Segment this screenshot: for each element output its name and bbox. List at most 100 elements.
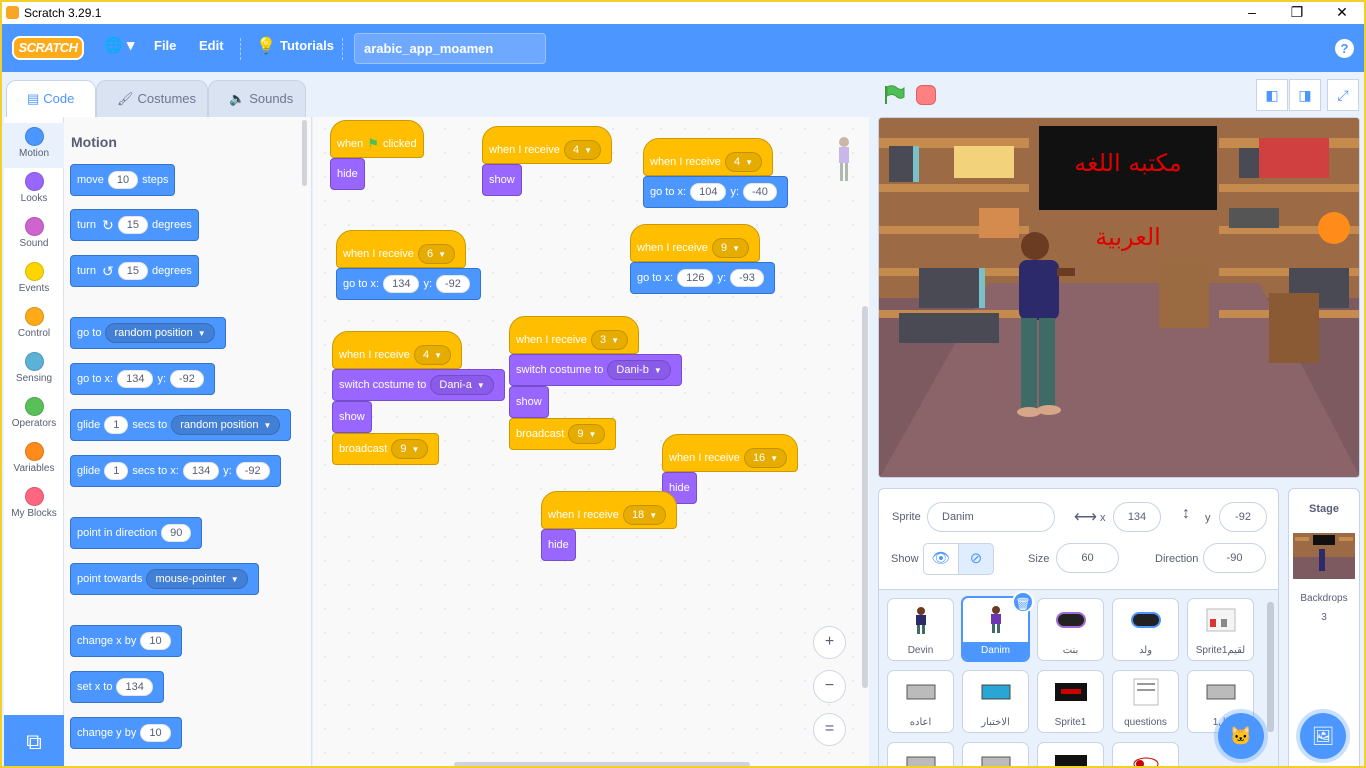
sprite-x-input[interactable]: 134 xyxy=(1113,502,1161,532)
block-point-towards[interactable]: point towards mouse-pointer ▼ xyxy=(70,563,259,595)
hat-when-i-receive[interactable]: when I receive 3 ▼ xyxy=(509,316,639,354)
choose-backdrop-button[interactable]: 🖼 xyxy=(1300,713,1346,759)
block-show[interactable]: show xyxy=(332,401,372,433)
block-go-to[interactable]: go to random position ▼ xyxy=(70,317,226,349)
sprite-tile[interactable]: ولد xyxy=(1112,598,1179,661)
sprite-tile[interactable]: questions xyxy=(1112,670,1179,733)
sprite-direction-input[interactable]: -90 xyxy=(1203,543,1266,573)
project-title-input[interactable]: arabic_app_moamen xyxy=(354,33,546,64)
turn-right-icon: ↻ xyxy=(101,216,114,233)
motion-dot-icon xyxy=(24,127,44,146)
block-switch-costume[interactable]: switch costume to Dani-b ▼ xyxy=(509,354,682,386)
minimize-button[interactable]: – xyxy=(1232,3,1272,23)
sprite-size-input[interactable]: 60 xyxy=(1056,543,1119,573)
show-sprite-button[interactable]: 👁 xyxy=(923,543,959,575)
sprite-thumbnail xyxy=(981,684,1010,700)
backdrops-label: Backdrops xyxy=(1300,593,1348,604)
hat-when-i-receive[interactable]: when I receive 4 ▼ xyxy=(332,331,462,369)
restore-button[interactable]: ❐ xyxy=(1277,3,1317,23)
block-go-to-xy[interactable]: go to x: 134 y: -92 xyxy=(336,268,481,300)
small-stage-button[interactable]: ◧ xyxy=(1256,79,1288,111)
sprite-tile[interactable]: Sprite1 xyxy=(1037,670,1104,733)
add-extension-button[interactable]: ⧉ xyxy=(4,715,64,766)
green-flag-button[interactable] xyxy=(883,85,905,105)
category-my-blocks[interactable]: My Blocks xyxy=(4,483,64,528)
stage-canvas[interactable]: مكتبه اللغه العربية xyxy=(878,117,1360,478)
zoom-in-button[interactable]: + xyxy=(813,626,846,659)
block-hide[interactable]: hide xyxy=(541,529,576,561)
y-arrows-icon: ↕ xyxy=(1182,505,1190,522)
hat-when-flag-clicked[interactable]: when ⚑ clicked xyxy=(330,120,424,158)
sprite-tile[interactable] xyxy=(1112,742,1179,766)
zoom-reset-button[interactable]: = xyxy=(813,713,846,746)
hat-when-i-receive[interactable]: when I receive 4 ▼ xyxy=(643,138,773,176)
language-menu[interactable]: 🌐 ▾ xyxy=(104,36,134,54)
file-menu[interactable]: File xyxy=(154,38,176,53)
scratch-logo[interactable]: SCRATCH xyxy=(12,36,84,60)
hat-when-i-receive[interactable]: when I receive 18 ▼ xyxy=(541,491,678,529)
block-hide[interactable]: hide xyxy=(330,158,365,190)
block-go-to-xy[interactable]: go to x: 134 y: -92 xyxy=(70,363,215,395)
block-show[interactable]: show xyxy=(509,386,549,418)
hat-when-i-receive[interactable]: when I receive 4 ▼ xyxy=(482,126,612,164)
block-glide-to[interactable]: glide 1 secs to random position ▼ xyxy=(70,409,292,441)
delete-sprite-button[interactable]: 🗑 xyxy=(1012,591,1034,613)
hat-when-i-receive[interactable]: when I receive 16 ▼ xyxy=(662,434,799,472)
large-stage-button[interactable]: ◨ xyxy=(1289,79,1321,111)
block-broadcast[interactable]: broadcast 9 ▼ xyxy=(509,418,617,450)
brush-icon: 🖌 xyxy=(117,91,134,106)
sprite-tile[interactable]: اعاده xyxy=(887,670,954,733)
sprite-thumbnail xyxy=(1206,608,1235,632)
category-sound[interactable]: Sound xyxy=(4,213,64,258)
sprite-tile[interactable] xyxy=(1037,742,1104,766)
tab-costumes[interactable]: 🖌 Costumes xyxy=(96,80,208,117)
block-turn-right[interactable]: turn ↻ 15 degrees xyxy=(70,209,199,241)
palette-heading-motion: Motion xyxy=(71,134,117,150)
block-show[interactable]: show xyxy=(482,164,522,196)
sprite-y-input[interactable]: -92 xyxy=(1219,502,1267,532)
edit-menu[interactable]: Edit xyxy=(199,38,224,53)
script-horizontal-scrollbar[interactable] xyxy=(454,762,750,766)
sprite-tile[interactable]: Devin xyxy=(887,598,954,661)
block-go-to-xy[interactable]: go to x: 104 y: -40 xyxy=(643,176,788,208)
category-sensing[interactable]: Sensing xyxy=(4,348,64,393)
sprite-tile[interactable] xyxy=(962,742,1029,766)
hide-sprite-button[interactable]: ⊘ xyxy=(958,543,994,575)
block-point-in-direction[interactable]: point in direction 90 xyxy=(70,517,203,549)
tab-code[interactable]: ▤ Code xyxy=(6,80,96,117)
category-looks[interactable]: Looks xyxy=(4,168,64,213)
hat-when-i-receive[interactable]: when I receive 9 ▼ xyxy=(630,224,760,262)
zoom-out-button[interactable]: − xyxy=(813,670,846,703)
stop-button[interactable] xyxy=(916,85,936,105)
sprite-tile[interactable]: بنت xyxy=(1037,598,1104,661)
block-switch-costume[interactable]: switch costume to Dani-a ▼ xyxy=(332,369,505,401)
close-button[interactable]: ✕ xyxy=(1322,3,1362,23)
block-change-x[interactable]: change x by 10 xyxy=(70,625,182,657)
tab-sounds[interactable]: 🔈 Sounds xyxy=(208,80,306,117)
sprite-tile[interactable] xyxy=(887,742,954,766)
palette-scrollbar[interactable] xyxy=(302,120,307,186)
block-go-to-xy[interactable]: go to x: 126 y: -93 xyxy=(630,262,775,294)
block-glide-to-xy[interactable]: glide 1 secs to x: 134 y: -92 xyxy=(70,455,281,487)
category-control[interactable]: Control xyxy=(4,303,64,348)
category-events[interactable]: Events xyxy=(4,258,64,303)
help-icon[interactable]: ? xyxy=(1335,39,1354,58)
fullscreen-button[interactable]: ⤢ xyxy=(1327,79,1359,111)
category-motion[interactable]: Motion xyxy=(4,123,64,168)
block-set-x[interactable]: set x to 134 xyxy=(70,671,164,703)
hat-when-i-receive[interactable]: when I receive 6 ▼ xyxy=(336,230,466,268)
sprite-name-input[interactable]: Danim xyxy=(927,502,1055,532)
block-change-y[interactable]: change y by 10 xyxy=(70,717,182,749)
category-operators[interactable]: Operators xyxy=(4,393,64,438)
tutorials-menu[interactable]: Tutorials xyxy=(280,38,334,53)
block-broadcast[interactable]: broadcast 9 ▼ xyxy=(332,433,440,465)
script-vertical-scrollbar[interactable] xyxy=(862,306,868,688)
sprite-list-scrollbar[interactable] xyxy=(1267,602,1274,732)
sprite-tile[interactable]: Sprite1لقيم xyxy=(1187,598,1254,661)
choose-sprite-button[interactable]: 🐱 xyxy=(1218,713,1264,759)
sprite-tile[interactable]: الاختبار xyxy=(962,670,1029,733)
block-turn-left[interactable]: turn ↺ 15 degrees xyxy=(70,255,199,287)
category-variables[interactable]: Variables xyxy=(4,438,64,483)
block-move-steps[interactable]: move 10 steps xyxy=(70,164,176,196)
eye-slash-icon: ⊘ xyxy=(969,550,983,567)
